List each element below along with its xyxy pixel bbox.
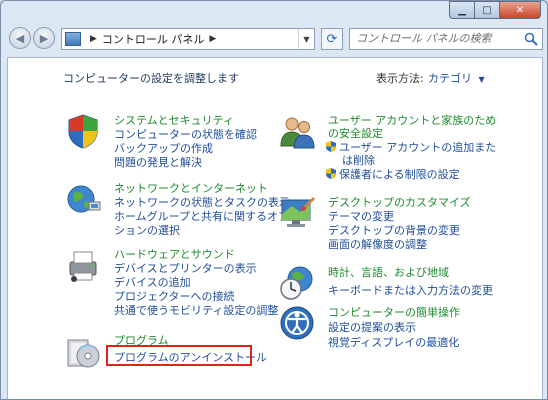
uac-shield-icon [326, 168, 336, 179]
network-globe-icon [67, 185, 101, 213]
clock-globe-icon [280, 266, 313, 300]
chevron-down-icon: ▼ [478, 75, 485, 84]
shield-icon [68, 114, 98, 149]
link-troubleshoot[interactable]: 問題の発見と解決 [114, 154, 202, 170]
link-optimize-display[interactable]: 視覚ディスプレイの最適化 [328, 334, 459, 350]
address-dropdown-icon[interactable]: ▼ [298, 29, 314, 49]
main-content: コンピューターの設定を調整します 表示方法: カテゴリ ▼ システムとセキュリテ… [7, 57, 543, 399]
link-parental-controls[interactable]: 保護者による制限の設定 [326, 166, 460, 182]
printer-icon [69, 251, 97, 282]
breadcrumb-control-panel[interactable]: コントロール パネル [102, 31, 205, 47]
back-button[interactable]: ◀ [9, 27, 31, 49]
forward-arrow-icon: ▶ [39, 31, 49, 45]
view-by-label: 表示方法: [376, 72, 424, 85]
refresh-icon: ⟳ [326, 31, 338, 47]
link-adjust-resolution[interactable]: 画面の解像度の調整 [328, 236, 427, 252]
minimize-button[interactable]: ▁ [449, 1, 474, 19]
programs-disc-icon [67, 339, 100, 368]
search-placeholder: コントロール パネルの検索 [356, 32, 492, 45]
navigation-bar: ◀ ▶ ▶ コントロール パネル ▶ ▼ ⟳ コントロール パネルの検索 [7, 25, 543, 53]
link-parental-controls-text: 保護者による制限の設定 [339, 168, 460, 181]
window-caption-buttons: ▁ □ ✕ [449, 1, 541, 19]
ease-of-access-icon [280, 306, 314, 340]
link-homegroup-sharing-cont[interactable]: ションの選択 [114, 222, 180, 238]
uac-shield-icon [326, 141, 336, 152]
page-title: コンピューターの設定を調整します [63, 72, 239, 85]
breadcrumb-chevron-icon[interactable]: ▶ [90, 34, 97, 44]
close-button[interactable]: ✕ [499, 1, 541, 19]
refresh-button[interactable]: ⟳ [321, 28, 343, 50]
breadcrumb-chevron-icon[interactable]: ▶ [209, 34, 216, 44]
category-title-clock[interactable]: 時計、言語、および地域 [328, 264, 449, 280]
link-get-recommendations[interactable]: 設定の提案の表示 [328, 319, 416, 335]
category-title-ease[interactable]: コンピューターの簡単操作 [328, 304, 460, 320]
address-bar[interactable]: ▶ コントロール パネル ▶ ▼ [61, 28, 315, 50]
maximize-button[interactable]: □ [474, 1, 499, 19]
control-panel-icon [65, 32, 81, 46]
control-panel-window: ▁ □ ✕ ◀ ▶ ▶ コントロール パネル ▶ ▼ ⟳ コントロール パネルの… [0, 0, 548, 400]
link-mobility-settings[interactable]: 共通で使うモビリティ設定の調整 [114, 302, 278, 318]
view-by-value: カテゴリ [428, 72, 472, 85]
search-icon[interactable] [524, 32, 538, 46]
view-by-dropdown[interactable]: カテゴリ ▼ [428, 70, 485, 86]
highlight-box [106, 345, 252, 366]
search-input[interactable]: コントロール パネルの検索 [349, 28, 543, 50]
back-arrow-icon: ◀ [15, 31, 25, 45]
link-change-keyboard[interactable]: キーボードまたは入力方法の変更 [328, 282, 493, 298]
forward-button[interactable]: ▶ [33, 27, 55, 49]
users-icon [280, 117, 315, 149]
desktop-personalize-icon [281, 196, 316, 227]
